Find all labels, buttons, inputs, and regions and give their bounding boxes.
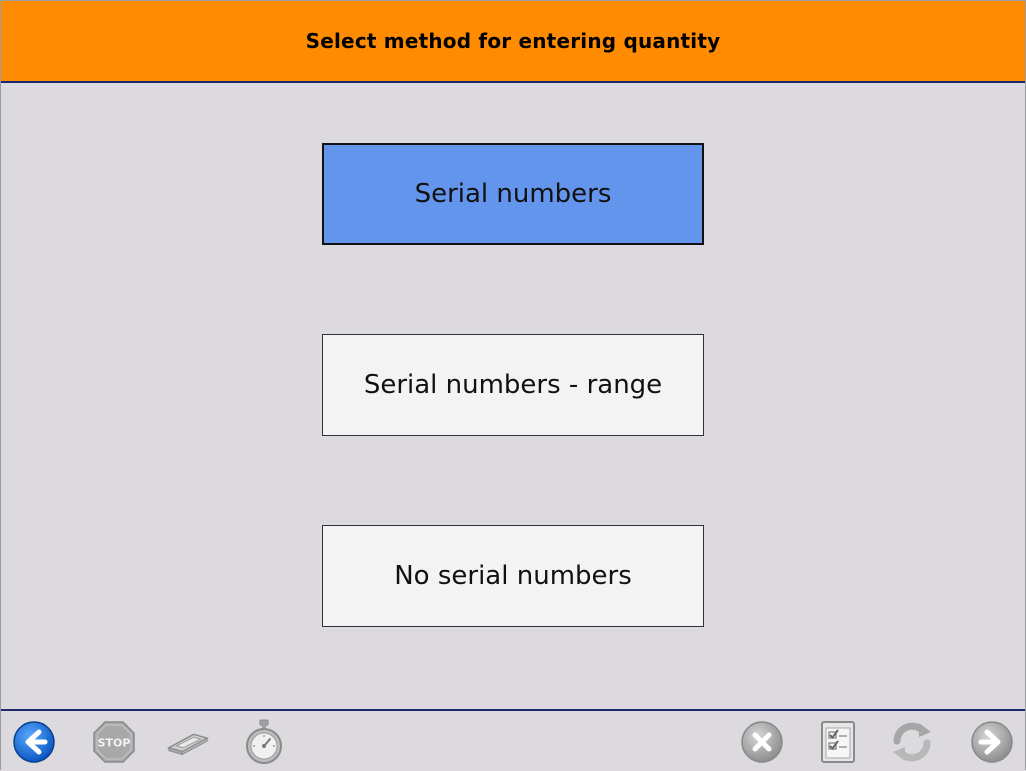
checklist-icon: [821, 721, 855, 763]
no-serial-numbers-button[interactable]: No serial numbers: [322, 525, 704, 627]
option-label: No serial numbers: [394, 561, 632, 591]
refresh-icon: [893, 722, 931, 762]
page-title: Select method for entering quantity: [305, 29, 721, 53]
serial-numbers-range-button[interactable]: Serial numbers - range: [322, 334, 704, 436]
footer-toolbar: STOP: [1, 709, 1025, 771]
back-arrow-icon: [13, 721, 55, 763]
scanner-icon: [166, 733, 210, 756]
refresh-button[interactable]: [889, 719, 935, 765]
app-frame: Select method for entering quantity Seri…: [0, 0, 1026, 771]
checklist-button[interactable]: [815, 719, 861, 765]
header-bar: Select method for entering quantity: [1, 1, 1025, 83]
cancel-x-icon: [741, 721, 783, 763]
back-button[interactable]: [11, 719, 57, 765]
stop-sign-icon: STOP: [93, 721, 135, 763]
option-label: Serial numbers: [414, 179, 612, 209]
stopwatch-button[interactable]: [241, 719, 287, 765]
stopwatch-icon: [246, 719, 282, 764]
stop-label: STOP: [98, 737, 131, 750]
serial-numbers-button[interactable]: Serial numbers: [322, 143, 704, 245]
cancel-button[interactable]: [739, 719, 785, 765]
stop-button[interactable]: STOP: [91, 719, 137, 765]
forward-button[interactable]: [969, 719, 1015, 765]
scanner-button[interactable]: [165, 719, 211, 765]
option-label: Serial numbers - range: [363, 370, 663, 400]
forward-arrow-icon: [971, 721, 1013, 763]
